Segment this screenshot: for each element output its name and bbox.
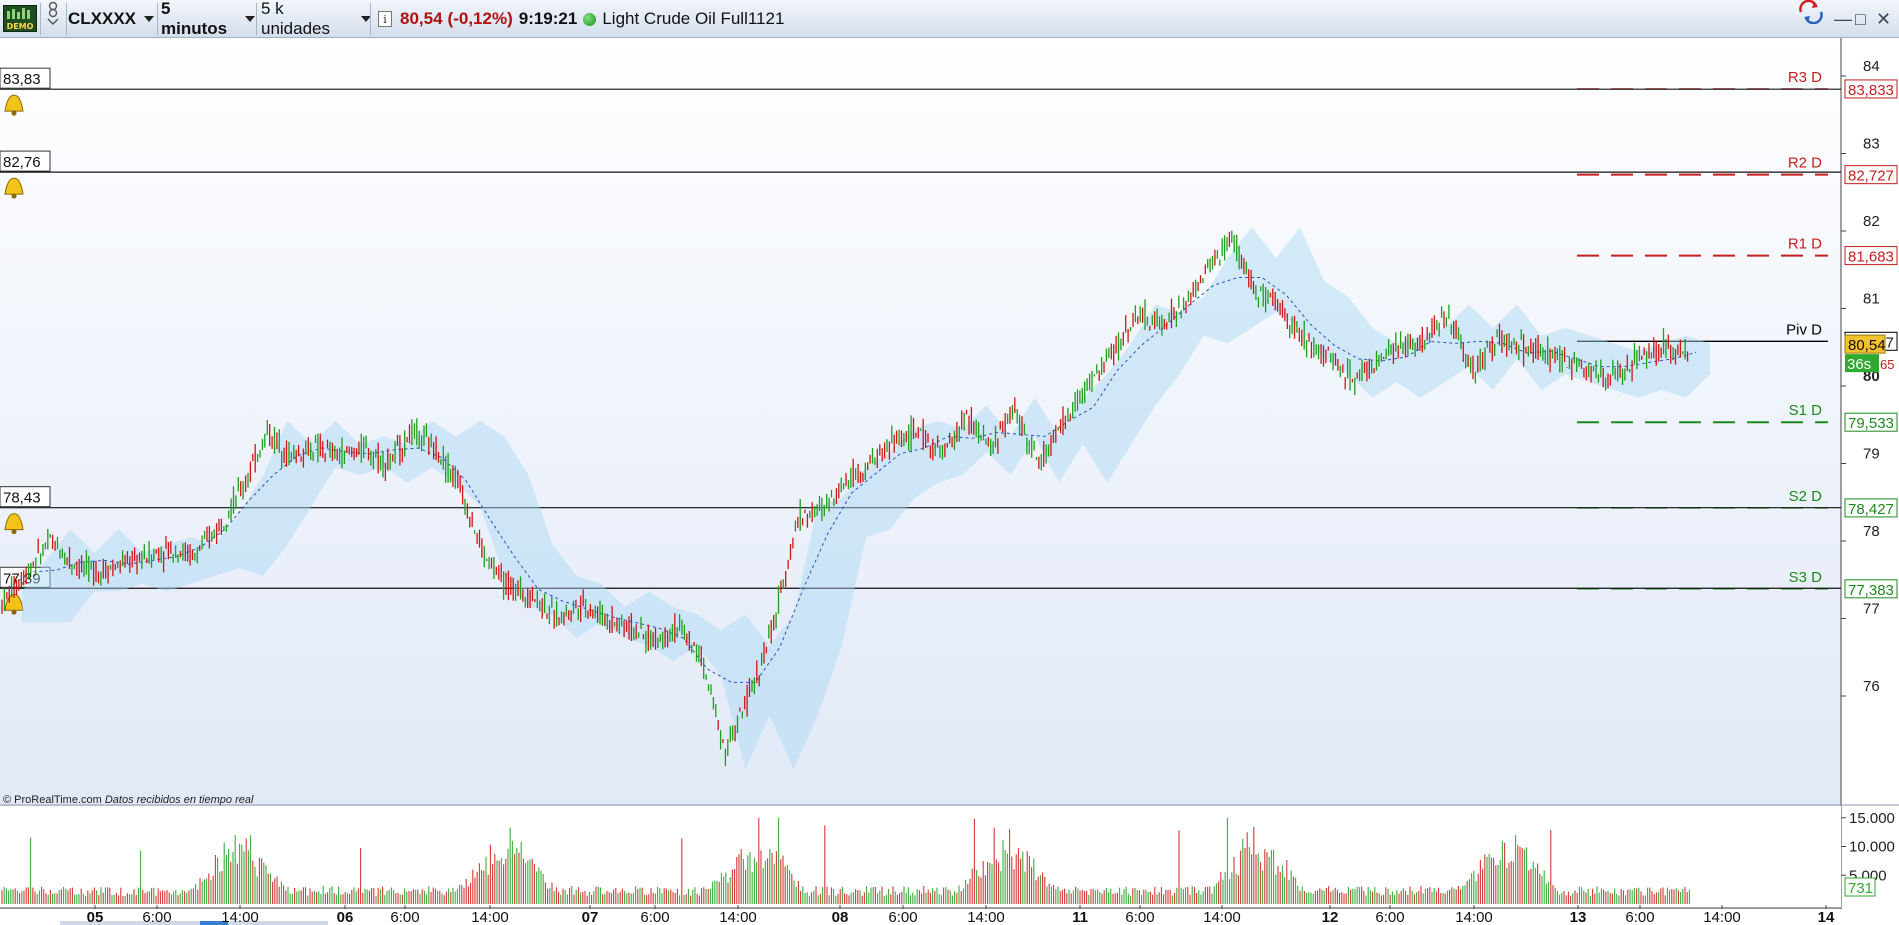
time-tick-label: 12 (1322, 909, 1339, 925)
time-tick-label: 14:00 (221, 909, 259, 925)
bell-clapper (11, 529, 17, 535)
time-tick-label: 6:00 (1125, 909, 1154, 925)
pivot-value-label: 78,427 (1848, 501, 1894, 518)
pivot-label: R3 D (1788, 69, 1822, 86)
time-tick-label: 6:00 (1625, 909, 1654, 925)
price-tick-label: 84 (1863, 58, 1880, 75)
alert-bell-icon[interactable] (4, 513, 24, 535)
volume-panel-background (0, 806, 1841, 908)
bell-clapper (11, 609, 17, 615)
bell-body (4, 177, 24, 195)
time-tick-label: 14:00 (967, 909, 1005, 925)
partial-value-label: 65 (1880, 357, 1894, 372)
price-tick-label: 81 (1863, 291, 1880, 308)
price-series (1, 227, 1710, 770)
pivot-value-label: 79,533 (1848, 415, 1894, 432)
time-tick-label: 14:00 (1703, 909, 1741, 925)
volume-last-label: 731 (1848, 880, 1873, 897)
volume-tick-label: 15.000 (1849, 810, 1895, 827)
bell-clapper (11, 193, 17, 199)
time-tick-label: 07 (582, 909, 599, 925)
time-tick-label: 14:00 (719, 909, 757, 925)
bell-clapper (11, 110, 17, 116)
countdown-label: 36s (1847, 356, 1871, 373)
time-tick-label: 6:00 (390, 909, 419, 925)
price-tick-label: 77 (1863, 601, 1880, 618)
alert-bell-icon[interactable] (4, 94, 24, 116)
time-tick-label: 11 (1072, 909, 1088, 925)
pivot-value-label: 83,833 (1848, 82, 1894, 99)
data-source: © ProRealTime.com Datos recibidos en tie… (3, 794, 254, 806)
axes: 84838281807978777680,5436s 6515.00010.000… (87, 58, 1895, 925)
time-tick-label: 6:00 (640, 909, 669, 925)
alert-value-label: 82,76 (3, 154, 41, 171)
pivot-label: S1 D (1789, 402, 1823, 419)
price-tick-label: 78 (1863, 523, 1880, 540)
price-tick-label: 82 (1863, 213, 1880, 230)
time-tick-label: 6:00 (1375, 909, 1404, 925)
pivot-value-label: 82,727 (1848, 168, 1894, 185)
bell-body (4, 94, 24, 112)
pivot-label: R1 D (1788, 236, 1822, 253)
alert-value-label: 78,43 (3, 490, 41, 507)
alert-bell-icon[interactable] (4, 177, 24, 199)
pivot-label: S2 D (1789, 488, 1823, 505)
time-tick-label: 08 (832, 909, 849, 925)
last-price-label: 80,54 (1848, 337, 1886, 354)
time-tick-label: 14 (1818, 909, 1835, 925)
time-tick-label: 13 (1570, 909, 1587, 925)
time-tick-label: 6:00 (142, 909, 171, 925)
time-tick-label: 14:00 (1455, 909, 1493, 925)
pivot-label: Piv D (1786, 321, 1822, 338)
time-tick-label: 05 (87, 909, 104, 925)
ichimoku-cloud (22, 227, 1710, 770)
volume-tick-label: 10.000 (1849, 839, 1895, 856)
price-tick-label: 83 (1863, 136, 1880, 153)
pivot-value-label: 77,383 (1848, 582, 1894, 599)
bell-body (4, 513, 24, 531)
price-tick-label: 79 (1863, 446, 1880, 463)
price-chart[interactable]: R3 D83,833R2 D82,727R1 D81,683Piv D80,57… (0, 0, 1899, 925)
time-tick-label: 06 (337, 909, 354, 925)
alert-value-label: 83,83 (3, 71, 41, 88)
pivot-value-label: 81,683 (1848, 249, 1894, 266)
time-tick-label: 14:00 (1203, 909, 1241, 925)
pivot-label: R2 D (1788, 155, 1822, 172)
price-tick-label: 76 (1863, 678, 1880, 695)
time-tick-label: 14:00 (471, 909, 509, 925)
pivot-label: S3 D (1789, 569, 1823, 586)
time-tick-label: 6:00 (888, 909, 917, 925)
